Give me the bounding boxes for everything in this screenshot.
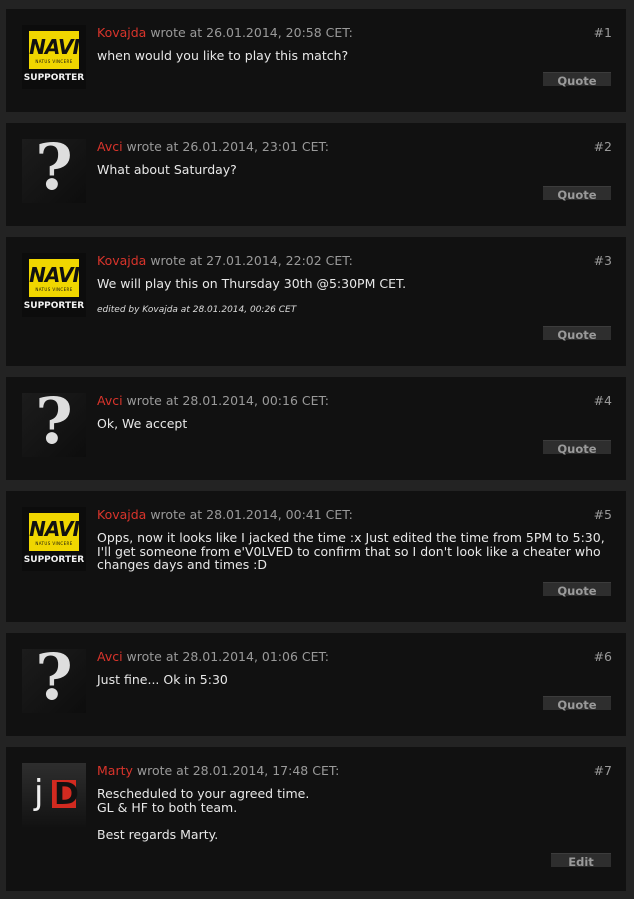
post-number[interactable]: #6 <box>594 649 612 664</box>
post-body: What about Saturday? <box>97 162 237 177</box>
avatar-question[interactable]: ? <box>22 643 86 713</box>
post-body: Just fine... Ok in 5:30 <box>97 672 228 687</box>
post-number[interactable]: #5 <box>594 507 612 522</box>
post-number[interactable]: #2 <box>594 139 612 154</box>
avatar-navi-supporter[interactable]: NAVI NATUS VINCERE SUPPORTER <box>22 253 86 317</box>
post-header: Marty wrote at 28.01.2014, 17:48 CET: <box>97 763 340 778</box>
post-6: ? Avci wrote at 28.01.2014, 01:06 CET: #… <box>6 633 626 736</box>
post-body: Opps, now it looks like I jacked the tim… <box>97 530 605 572</box>
post-header: Kovajda wrote at 27.01.2014, 22:02 CET: <box>97 253 353 268</box>
post-1: NAVI NATUS VINCERE SUPPORTER Kovajda wro… <box>6 9 626 112</box>
supporter-label: SUPPORTER <box>23 73 85 83</box>
supporter-label: SUPPORTER <box>23 555 85 565</box>
avatar-question[interactable]: ? <box>22 387 86 457</box>
post-header: Avci wrote at 28.01.2014, 01:06 CET: <box>97 649 329 664</box>
post-header: Avci wrote at 28.01.2014, 00:16 CET: <box>97 393 329 408</box>
author-link[interactable]: Kovajda <box>97 25 146 40</box>
supporter-label: SUPPORTER <box>23 301 85 311</box>
author-link[interactable]: Marty <box>97 763 133 778</box>
quote-button[interactable]: Quote <box>543 326 611 342</box>
post-body: We will play this on Thursday 30th @5:30… <box>97 276 407 291</box>
avatar-jd[interactable]: j D <box>22 763 86 827</box>
post-number[interactable]: #7 <box>594 763 612 778</box>
author-link[interactable]: Kovajda <box>97 507 146 522</box>
question-mark-icon: ? <box>35 384 73 459</box>
post-body: Rescheduled to your agreed time. GL & HF… <box>97 786 310 842</box>
post-3: NAVI NATUS VINCERE SUPPORTER Kovajda wro… <box>6 237 626 366</box>
post-5: NAVI NATUS VINCERE SUPPORTER Kovajda wro… <box>6 491 626 622</box>
quote-button[interactable]: Quote <box>543 72 611 88</box>
post-number[interactable]: #3 <box>594 253 612 268</box>
post-2: ? Avci wrote at 26.01.2014, 23:01 CET: #… <box>6 123 626 226</box>
post-header: Avci wrote at 26.01.2014, 23:01 CET: <box>97 139 329 154</box>
author-link[interactable]: Avci <box>97 649 123 664</box>
quote-button[interactable]: Quote <box>543 696 611 712</box>
edited-note: edited by Kovajda at 28.01.2014, 00:26 C… <box>97 305 297 315</box>
quote-button[interactable]: Quote <box>543 582 611 598</box>
quote-button[interactable]: Quote <box>543 440 611 456</box>
edit-button[interactable]: Edit <box>551 853 611 869</box>
post-header: Kovajda wrote at 28.01.2014, 00:41 CET: <box>97 507 353 522</box>
author-link[interactable]: Kovajda <box>97 253 146 268</box>
author-link[interactable]: Avci <box>97 139 123 154</box>
post-body: when would you like to play this match? <box>97 48 349 63</box>
post-header: Kovajda wrote at 26.01.2014, 20:58 CET: <box>97 25 353 40</box>
author-link[interactable]: Avci <box>97 393 123 408</box>
question-mark-icon: ? <box>35 130 73 205</box>
post-body: Ok, We accept <box>97 416 188 431</box>
post-7: j D Marty wrote at 28.01.2014, 17:48 CET… <box>6 747 626 891</box>
post-number[interactable]: #1 <box>594 25 612 40</box>
avatar-navi-supporter[interactable]: NAVI NATUS VINCERE SUPPORTER <box>22 507 86 571</box>
post-number[interactable]: #4 <box>594 393 612 408</box>
avatar-question[interactable]: ? <box>22 133 86 203</box>
jd-logo-icon: j <box>34 773 44 813</box>
question-mark-icon: ? <box>35 640 73 715</box>
avatar-navi-supporter[interactable]: NAVI NATUS VINCERE SUPPORTER <box>22 25 86 89</box>
post-4: ? Avci wrote at 28.01.2014, 00:16 CET: #… <box>6 377 626 480</box>
quote-button[interactable]: Quote <box>543 186 611 202</box>
